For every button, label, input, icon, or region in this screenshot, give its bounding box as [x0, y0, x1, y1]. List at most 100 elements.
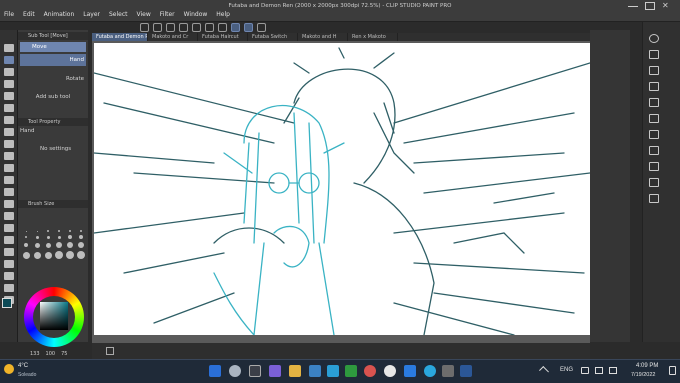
brush-size-option[interactable]	[44, 251, 52, 259]
brush-size-option[interactable]	[69, 230, 71, 232]
open-icon[interactable]	[153, 22, 162, 32]
word-icon[interactable]	[460, 365, 472, 377]
brush-size-option[interactable]	[55, 251, 63, 259]
menu-filter[interactable]: Filter	[160, 11, 175, 18]
menu-file[interactable]: File	[4, 11, 14, 18]
sub-tool-move[interactable]: Move	[20, 42, 86, 52]
menu-animation[interactable]: Animation	[44, 11, 75, 18]
xbox-icon[interactable]	[345, 365, 357, 377]
layer-property-icon[interactable]	[649, 50, 659, 59]
clock-date[interactable]: 7/19/2022	[631, 372, 655, 378]
save-icon[interactable]	[166, 22, 175, 32]
chat-icon[interactable]	[269, 365, 281, 377]
brush-size-option[interactable]	[22, 251, 30, 259]
tab-makoto-h[interactable]: Makoto and H	[298, 33, 348, 41]
brush-size-option[interactable]	[35, 235, 39, 239]
sub-tool-rotate[interactable]: Rotate	[20, 76, 86, 82]
clock-time[interactable]: 4:09 PM	[636, 363, 658, 369]
brush-size-option[interactable]	[80, 230, 82, 232]
tab-makoto-cr[interactable]: Makoto and Cr	[148, 33, 198, 41]
file-explorer-icon[interactable]	[289, 365, 301, 377]
start-icon[interactable]	[209, 365, 221, 377]
brush-size-option[interactable]	[24, 243, 28, 247]
tab-futaba-haircut[interactable]: Futaba Haircut	[198, 33, 248, 41]
zoom-tool-icon[interactable]	[4, 44, 14, 52]
pencil-tool-icon[interactable]	[4, 140, 14, 148]
snap-ruler-icon[interactable]	[231, 22, 240, 32]
ruler-tool-icon[interactable]	[4, 260, 14, 268]
menu-edit[interactable]: Edit	[23, 11, 35, 18]
brush-tool-icon[interactable]	[4, 152, 14, 160]
brush-size-option[interactable]	[77, 251, 85, 259]
brush-size-option[interactable]	[56, 242, 62, 248]
tab-futaba-demon-ren[interactable]: Futaba and Demon Ren	[92, 33, 148, 41]
frame-tool-icon[interactable]	[4, 248, 14, 256]
brush-size-option[interactable]	[68, 235, 72, 239]
add-sub-tool-button[interactable]: Add sub tool	[20, 94, 86, 100]
brush-size-option[interactable]	[57, 235, 61, 239]
maximize-button[interactable]	[645, 2, 655, 10]
app-unknown-icon[interactable]	[442, 365, 454, 377]
material-3-icon[interactable]	[649, 130, 659, 139]
menu-help[interactable]: Help	[216, 11, 230, 18]
selection-tool-icon[interactable]	[4, 92, 14, 100]
brush-size-option[interactable]	[47, 230, 49, 232]
sub-tool-hand[interactable]: Hand	[20, 54, 86, 66]
pen-tool-icon[interactable]	[4, 128, 14, 136]
weather-temp[interactable]: 4°C	[18, 363, 28, 369]
layer-icon[interactable]	[649, 66, 659, 75]
film-icon[interactable]	[649, 194, 659, 203]
language-indicator[interactable]: ENG	[560, 367, 573, 373]
blend-tool-icon[interactable]	[4, 200, 14, 208]
move-layer-tool-icon[interactable]	[4, 80, 14, 88]
brush-size-option[interactable]	[58, 230, 60, 232]
figure-tool-icon[interactable]	[4, 236, 14, 244]
notification-icon[interactable]	[669, 366, 676, 375]
drawing-canvas[interactable]	[94, 43, 590, 335]
menu-select[interactable]: Select	[109, 11, 128, 18]
clip-studio-icon[interactable]	[404, 365, 416, 377]
status-toggle-icon[interactable]	[106, 347, 114, 355]
tab-ren-makoto[interactable]: Ren x Makoto	[348, 33, 398, 41]
undo-icon[interactable]	[179, 22, 188, 32]
auto-select-tool-icon[interactable]	[4, 104, 14, 112]
text-tool-icon[interactable]	[4, 272, 14, 280]
tab-futaba-switch[interactable]: Futaba Switch	[248, 33, 298, 41]
eyedropper-tool-icon[interactable]	[4, 116, 14, 124]
transform-icon[interactable]	[218, 22, 227, 32]
operation-tool-icon[interactable]	[4, 68, 14, 76]
decoration-tool-icon[interactable]	[4, 176, 14, 184]
wifi-icon[interactable]	[581, 367, 589, 374]
material-icon[interactable]	[649, 98, 659, 107]
material-5-icon[interactable]	[649, 162, 659, 171]
store-icon[interactable]	[309, 365, 321, 377]
gradient-tool-icon[interactable]	[4, 224, 14, 232]
close-button[interactable]: ✕	[662, 2, 672, 10]
navigator-icon[interactable]	[649, 34, 659, 43]
eraser-tool-icon[interactable]	[4, 188, 14, 196]
skype-icon[interactable]	[424, 365, 436, 377]
new-icon[interactable]	[140, 22, 149, 32]
battery-icon[interactable]	[609, 367, 617, 374]
task-view-icon[interactable]	[249, 365, 261, 377]
redo-icon[interactable]	[192, 22, 201, 32]
airbrush-tool-icon[interactable]	[4, 164, 14, 172]
search-icon[interactable]	[229, 365, 241, 377]
brush-size-option[interactable]	[25, 236, 27, 238]
menu-layer[interactable]: Layer	[83, 11, 100, 18]
move-tool-icon[interactable]	[4, 56, 14, 64]
menu-window[interactable]: Window	[184, 11, 208, 18]
brush-size-option[interactable]	[66, 251, 74, 259]
brush-size-option[interactable]	[36, 230, 38, 232]
material-2-icon[interactable]	[649, 114, 659, 123]
brush-size-option[interactable]	[67, 242, 73, 248]
chrome-icon[interactable]	[364, 365, 376, 377]
brush-size-option[interactable]	[34, 242, 40, 248]
minimize-button[interactable]	[628, 2, 638, 10]
brush-size-option[interactable]	[79, 235, 83, 239]
material-4-icon[interactable]	[649, 146, 659, 155]
brush-size-option[interactable]	[25, 230, 27, 232]
chrome-alt-icon[interactable]	[384, 365, 396, 377]
fill-tool-icon[interactable]	[4, 212, 14, 220]
snap-grid-icon[interactable]	[244, 22, 253, 32]
